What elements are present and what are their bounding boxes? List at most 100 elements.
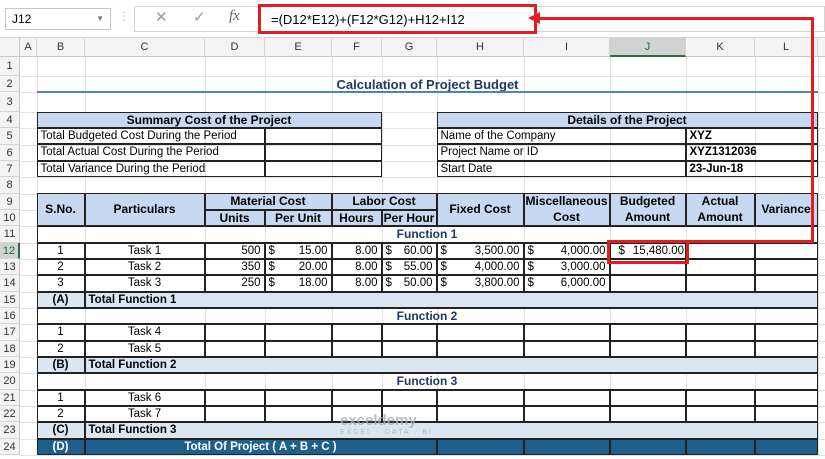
summary-label[interactable]: Total Actual Cost During the Period [36,144,265,161]
name-box[interactable]: J12 ▼ [5,8,111,30]
header-per-unit[interactable]: Per Unit [264,209,332,226]
column-header-A[interactable]: A [20,38,37,57]
cell-K17[interactable] [685,323,755,341]
cell-K21[interactable] [685,389,755,406]
header-J[interactable]: Budgeted Amount [609,193,686,226]
row-header-21[interactable]: 21 [0,390,20,406]
cell-B22[interactable]: 2 [36,405,85,422]
cell-G13[interactable]: $55.00 [381,258,437,275]
header-I[interactable]: Miscellaneous Cost [523,193,610,226]
row-header-13[interactable]: 13 [0,259,20,275]
cell-I14[interactable]: $6,000.00 [523,274,610,292]
cell-H22[interactable] [436,405,524,422]
column-header-I[interactable]: I [524,38,610,57]
cell-B19[interactable]: (B) [36,356,85,373]
row-header-20[interactable]: 20 [0,373,20,390]
cell-G21[interactable] [381,389,437,406]
row-header-14[interactable]: 14 [0,275,20,292]
row-header-8[interactable]: 8 [0,177,20,194]
row-header-17[interactable]: 17 [0,324,20,341]
cell-F18[interactable] [331,340,382,357]
details-label[interactable]: Start Date [436,160,686,177]
summary-label[interactable]: Total Budgeted Cost During the Period [36,127,265,144]
cell-E22[interactable] [264,405,332,422]
cell-J18[interactable] [609,340,686,357]
formula-input[interactable]: =(D12*E12)+(F12*G12)+H12+I12 [258,4,537,34]
header-H[interactable]: Fixed Cost [436,193,524,226]
cell-B18[interactable]: 2 [36,340,85,357]
header-particulars[interactable]: Particulars [84,193,205,226]
summary-label[interactable]: Total Variance During the Period [36,160,265,177]
cell-B15[interactable]: (A) [36,291,85,308]
cell-J21[interactable] [609,389,686,406]
column-header-B[interactable]: B [37,38,85,57]
cell-E21[interactable] [264,389,332,406]
cell-C22[interactable]: Task 7 [84,405,205,422]
column-header-H[interactable]: H [437,38,524,57]
row-header-16[interactable]: 16 [0,308,20,324]
cell-D22[interactable] [204,405,265,422]
cell-K22[interactable] [685,405,755,422]
cell-C14[interactable]: Task 3 [84,274,205,292]
cell-L24[interactable] [754,438,818,455]
cell-E13[interactable]: $20.00 [264,258,332,275]
cell-J24[interactable] [609,438,686,455]
header-per-hour[interactable]: Per Hour [381,209,437,226]
cell-B21[interactable]: 1 [36,389,85,406]
cell-F17[interactable] [331,323,382,341]
cell-C18[interactable]: Task 5 [84,340,205,357]
total-row-label[interactable]: Total Function 3 [84,421,818,439]
cell-G17[interactable] [381,323,437,341]
cell-I12[interactable]: $4,000.00 [523,242,610,259]
column-header-F[interactable]: F [332,38,382,57]
cell-E17[interactable] [264,323,332,341]
row-header-9[interactable]: 9 [0,193,20,210]
cell-D21[interactable] [204,389,265,406]
header-hours[interactable]: Hours [331,209,382,226]
drag-handle-icon[interactable]: ⋮ [118,9,130,23]
column-header-E[interactable]: E [265,38,332,57]
cell-K24[interactable] [685,438,755,455]
cell-G18[interactable] [381,340,437,357]
cell-K14[interactable] [685,274,755,292]
cell-H24[interactable] [436,438,524,455]
grand-total-id[interactable]: (D) [36,438,85,455]
cell-E12[interactable]: $15.00 [264,242,332,259]
row-header-3[interactable]: 3 [0,92,20,112]
cell-H12[interactable]: $3,500.00 [436,242,524,259]
header-units[interactable]: Units [204,209,265,226]
cell-B14[interactable]: 3 [36,274,85,292]
chevron-down-icon[interactable]: ▼ [96,14,104,23]
row-header-6[interactable]: 6 [0,144,20,161]
cell-L21[interactable] [754,389,818,406]
row-header-4[interactable]: 4 [0,112,20,128]
cell-E18[interactable] [264,340,332,357]
cell-D14[interactable]: 250 [204,274,265,292]
row-header-10[interactable]: 10 [0,210,20,226]
cell-B13[interactable]: 2 [36,258,85,275]
cell-C21[interactable]: Task 6 [84,389,205,406]
cancel-icon[interactable]: ✕ [155,8,168,26]
summary-value[interactable] [264,144,382,161]
column-header-C[interactable]: C [85,38,205,57]
cell-J22[interactable] [609,405,686,422]
row-header-19[interactable]: 19 [0,357,20,373]
details-value[interactable]: 23-Jun-18 [685,160,818,177]
row-header-5[interactable]: 5 [0,128,20,145]
cell-F14[interactable]: 8.00 [331,274,382,292]
details-value[interactable]: XYZ [685,127,818,144]
header-K[interactable]: Actual Amount [685,193,755,226]
header-L[interactable]: Variance [754,193,818,226]
row-header-2[interactable]: 2 [0,76,20,92]
cell-G14[interactable]: $50.00 [381,274,437,292]
cell-L12[interactable] [754,242,818,259]
cell-L14[interactable] [754,274,818,292]
header-material-cost[interactable]: Material Cost [204,193,332,210]
cell-K18[interactable] [685,340,755,357]
cell-I18[interactable] [523,340,610,357]
cell-G12[interactable]: $60.00 [381,242,437,259]
cell-L17[interactable] [754,323,818,341]
cell-H13[interactable]: $4,000.00 [436,258,524,275]
column-header-K[interactable]: K [686,38,755,57]
cell-E14[interactable]: $18.00 [264,274,332,292]
